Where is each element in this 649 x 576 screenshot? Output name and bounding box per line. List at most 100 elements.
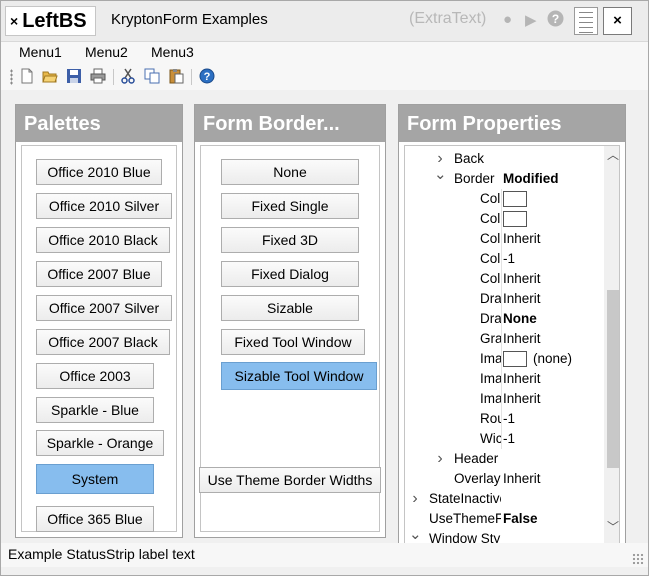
- play-icon[interactable]: ▶: [525, 11, 537, 29]
- border-fixed-3d-button[interactable]: Fixed 3D: [221, 227, 359, 253]
- use-theme-border-widths-button[interactable]: Use Theme Border Widths: [199, 467, 381, 493]
- property-row[interactable]: Ima (none): [405, 349, 603, 369]
- property-name: Dra: [480, 291, 501, 306]
- property-grid-scrollbar[interactable]: ︿ ﹀: [604, 146, 619, 546]
- cut-icon[interactable]: [120, 68, 136, 84]
- property-value[interactable]: Inherit: [503, 269, 603, 289]
- property-value[interactable]: -1: [503, 409, 603, 429]
- property-row[interactable]: Dra None: [405, 309, 603, 329]
- column-divider: [501, 209, 502, 229]
- menu-bar: Menu1 Menu2 Menu3: [1, 42, 648, 64]
- palette-office-2010-silver-button[interactable]: Office 2010 Silver: [36, 193, 172, 219]
- property-value[interactable]: Inherit: [503, 329, 603, 349]
- property-row[interactable]: Col Inherit: [405, 229, 603, 249]
- property-row[interactable]: Col Inherit: [405, 269, 603, 289]
- toolbar-separator: [113, 69, 114, 85]
- left-button-spec[interactable]: × LeftBS: [5, 6, 96, 36]
- palette-system-button[interactable]: System: [36, 464, 154, 494]
- property-value[interactable]: Inherit: [503, 369, 603, 389]
- toolbar: ?: [1, 64, 648, 90]
- property-row[interactable]: UseThemeF False: [405, 509, 603, 529]
- copy-icon[interactable]: [144, 68, 160, 84]
- property-row[interactable]: Ima Inherit: [405, 369, 603, 389]
- property-value[interactable]: [503, 489, 603, 509]
- save-icon[interactable]: [66, 68, 82, 84]
- scroll-up-icon[interactable]: ︿: [604, 146, 619, 164]
- property-value[interactable]: -1: [503, 429, 603, 449]
- scroll-thumb[interactable]: [607, 290, 619, 468]
- property-grid[interactable]: › Back ⌄ Border Modified Col Col Col Inherit Col -…: [404, 145, 620, 546]
- border-fixed-dialog-button[interactable]: Fixed Dialog: [221, 261, 359, 287]
- border-fixed-tool-window-button[interactable]: Fixed Tool Window: [221, 329, 365, 355]
- palettes-header: Palettes: [16, 105, 182, 142]
- menu-item-3[interactable]: Menu3: [151, 44, 194, 60]
- collapsed-chevron-icon[interactable]: ›: [434, 449, 446, 469]
- property-value[interactable]: Inherit: [503, 289, 603, 309]
- property-value[interactable]: (none): [503, 349, 603, 369]
- border-sizable-tool-window-button[interactable]: Sizable Tool Window: [221, 362, 377, 390]
- open-folder-icon[interactable]: [42, 68, 58, 84]
- border-sizable-button[interactable]: Sizable: [221, 295, 359, 321]
- border-none-button[interactable]: None: [221, 159, 359, 185]
- property-row[interactable]: › Header: [405, 449, 603, 469]
- resize-grip-icon[interactable]: [632, 553, 644, 565]
- property-value[interactable]: Inherit: [503, 229, 603, 249]
- close-button[interactable]: ×: [603, 7, 632, 35]
- property-row[interactable]: Col -1: [405, 249, 603, 269]
- property-value[interactable]: None: [503, 309, 603, 329]
- property-row[interactable]: Wic -1: [405, 429, 603, 449]
- property-row[interactable]: ⌄ Border Modified: [405, 167, 603, 189]
- collapsed-chevron-icon[interactable]: ›: [409, 489, 421, 509]
- menu-item-2[interactable]: Menu2: [85, 44, 128, 60]
- property-name: Col: [480, 191, 501, 206]
- property-value[interactable]: [503, 209, 603, 229]
- property-value[interactable]: -1: [503, 249, 603, 269]
- palette-office-2010-blue-button[interactable]: Office 2010 Blue: [36, 159, 162, 185]
- property-value[interactable]: Inherit: [503, 389, 603, 409]
- window-title: KryptonForm Examples: [111, 11, 268, 28]
- menu-item-1[interactable]: Menu1: [19, 44, 62, 60]
- property-row[interactable]: Rou-1: [405, 409, 603, 429]
- palette-office-2003-button[interactable]: Office 2003: [36, 363, 154, 389]
- property-row[interactable]: › StateInactive: [405, 489, 603, 509]
- property-name: Ima: [480, 371, 501, 386]
- property-value[interactable]: Inherit: [503, 469, 603, 489]
- property-value[interactable]: [503, 189, 603, 209]
- property-value-text: (none): [533, 351, 573, 366]
- print-icon[interactable]: [90, 68, 106, 84]
- record-icon[interactable]: ●: [503, 11, 512, 28]
- column-divider: [501, 389, 502, 409]
- property-value-text: -1: [503, 431, 516, 446]
- scroll-down-icon[interactable]: ﹀: [604, 518, 619, 536]
- property-value[interactable]: Modified: [503, 169, 603, 189]
- property-row[interactable]: Gra Inherit: [405, 329, 603, 349]
- property-name: Ima: [480, 391, 501, 406]
- property-row[interactable]: Dra Inherit: [405, 289, 603, 309]
- property-row[interactable]: Col: [405, 209, 603, 229]
- palette-office-2010-black-button[interactable]: Office 2010 Black: [36, 227, 170, 253]
- new-document-icon[interactable]: [19, 68, 35, 84]
- document-icon[interactable]: [574, 7, 598, 35]
- property-value[interactable]: [503, 449, 603, 469]
- paste-icon[interactable]: [168, 68, 184, 84]
- palette-office-2007-silver-button[interactable]: Office 2007 Silver: [36, 295, 172, 321]
- help-circle-icon[interactable]: ?: [547, 10, 564, 31]
- property-row[interactable]: Col: [405, 189, 603, 209]
- property-value-text: False: [503, 511, 538, 526]
- property-row[interactable]: Ima Inherit: [405, 389, 603, 409]
- property-row[interactable]: Overlay Inherit: [405, 469, 603, 489]
- property-value[interactable]: False: [503, 509, 603, 529]
- border-fixed-single-button[interactable]: Fixed Single: [221, 193, 359, 219]
- palette-sparkle-orange-button[interactable]: Sparkle - Orange: [36, 430, 164, 456]
- palette-office-365-blue-button[interactable]: Office 365 Blue: [36, 506, 154, 532]
- toolbar-grip[interactable]: [10, 69, 13, 85]
- palette-office-2007-black-button[interactable]: Office 2007 Black: [36, 329, 170, 355]
- property-value[interactable]: [503, 149, 603, 169]
- property-name: Back: [454, 151, 485, 166]
- help-icon[interactable]: ?: [199, 68, 215, 84]
- palette-office-2007-blue-button[interactable]: Office 2007 Blue: [36, 261, 162, 287]
- color-swatch: [503, 191, 527, 208]
- title-bar: × LeftBS KryptonForm Examples (ExtraText…: [1, 1, 648, 42]
- expanded-chevron-icon[interactable]: ⌄: [434, 167, 447, 189]
- palette-sparkle-blue-button[interactable]: Sparkle - Blue: [36, 397, 154, 423]
